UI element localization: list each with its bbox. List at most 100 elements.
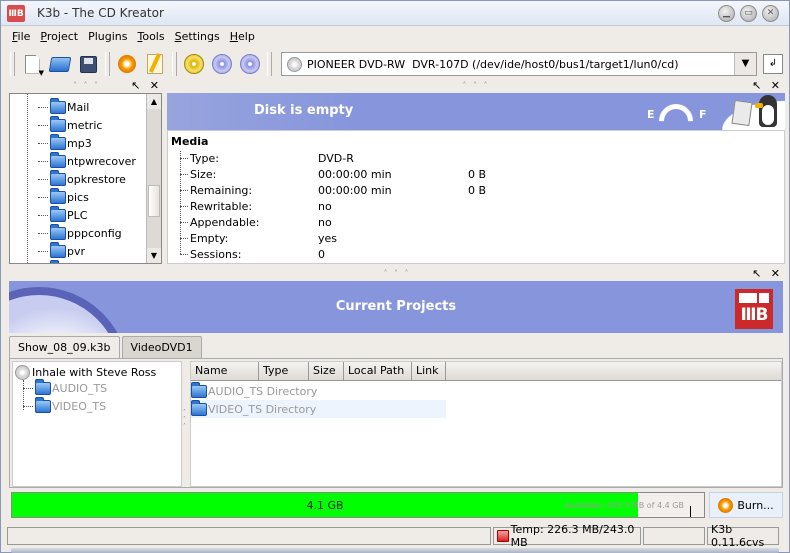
folder-icon <box>50 169 66 186</box>
column-local-path[interactable]: Local Path <box>344 362 412 380</box>
file-tree-item-label: mp3 <box>67 136 92 150</box>
save-icon <box>79 55 97 73</box>
chevron-down-icon[interactable]: ▼ <box>734 53 756 75</box>
menu-project[interactable]: Project <box>35 28 83 48</box>
file-tree-item[interactable]: mp3 <box>38 133 92 152</box>
dvd-button[interactable] <box>236 51 264 77</box>
scroll-up-icon[interactable]: ▲ <box>147 94 161 109</box>
project-root-item[interactable]: Inhale with Steve Ross <box>15 365 156 380</box>
file-tree-item-label: Mail <box>67 100 90 114</box>
column-type[interactable]: Type <box>259 362 309 380</box>
burn-project-button[interactable]: Burn... <box>709 492 783 518</box>
disk-info-dock: ˄ ˄ ˄ ↖ ✕ Disk is empty E F Media Type: D… <box>167 79 785 265</box>
dir-item-video-ts[interactable]: VIDEO_TS <box>23 397 106 413</box>
maximize-button[interactable]: ▭ <box>740 5 757 22</box>
gauge-empty-label: E <box>647 108 655 121</box>
project-root-label: Inhale with Steve Ross <box>32 366 157 379</box>
menu-file[interactable]: File <box>7 28 35 48</box>
project-dir-tree[interactable]: Inhale with Steve Ross AUDIO_TS VIDEO_TS <box>12 361 182 487</box>
file-tree-item[interactable]: RPM <box>38 259 91 264</box>
file-tree-item[interactable]: Mail <box>38 97 90 116</box>
media-info-panel: Media Type: DVD-R Size: 00:00:00 min 0 B Rema… <box>167 130 785 264</box>
column-link[interactable]: Link <box>412 362 446 380</box>
file-tree-scrollbar[interactable]: ▲ ▼ <box>146 94 161 263</box>
column-name[interactable]: Name <box>191 362 259 380</box>
scroll-down-icon[interactable]: ▼ <box>147 248 161 263</box>
properties-button[interactable] <box>141 51 169 77</box>
file-tree-item[interactable]: PLC <box>38 205 87 224</box>
tab-show-08-09[interactable]: Show_08_09.k3b <box>9 336 120 359</box>
file-row[interactable]: AUDIO_TS Directory <box>191 381 317 400</box>
dock-handle[interactable]: ˄ ˄ ˄ ↖ ✕ <box>167 79 785 93</box>
temp-status: Temp: 226.3 MB/243.0 MB <box>493 523 641 549</box>
tab-videodvd1[interactable]: VideoDVD1 <box>121 336 202 358</box>
copy-cd-button[interactable] <box>180 51 208 77</box>
file-tree-item[interactable]: pppconfig <box>38 223 122 242</box>
undock-icon[interactable]: ↖ <box>131 79 143 92</box>
dock-grip[interactable]: ˄ ˄ ˄ <box>73 81 100 90</box>
toolbar-handle[interactable] <box>267 52 272 76</box>
media-info-label: Remaining: <box>190 183 253 197</box>
file-tree-item-label: RPM <box>67 263 91 264</box>
folder-icon <box>191 399 207 416</box>
tree-connector <box>180 157 188 159</box>
splitter-handle[interactable]: ˄ ˄ ˄ <box>183 409 188 430</box>
file-tree[interactable]: Mail metric mp3 ntpwrecover opkrestore pics PL… <box>9 93 162 264</box>
device-select[interactable]: PIONEER DVD-RW DVR-107D (/dev/ide/host0/… <box>281 52 757 76</box>
close-dock-icon[interactable]: ✕ <box>150 79 162 92</box>
media-info-label: Empty: <box>190 231 229 245</box>
folder-icon <box>191 381 207 398</box>
folder-icon <box>50 241 66 258</box>
project-file-list[interactable]: Name Type Size Local Path Link AUDIO_TS … <box>190 361 782 487</box>
toolbar-handle[interactable] <box>10 52 15 76</box>
scroll-thumb[interactable] <box>148 185 160 217</box>
save-project-button[interactable] <box>74 51 102 77</box>
file-tree-item[interactable]: metric <box>38 115 102 134</box>
dock-handle[interactable]: ˄ ˄ ˄ ↖ ✕ <box>9 79 164 93</box>
file-tree-item[interactable]: pics <box>38 187 89 206</box>
menu-settings[interactable]: Settings <box>170 28 225 48</box>
project-size-label: 4.1 GB <box>306 499 344 512</box>
file-tree-item-label: opkrestore <box>67 172 126 186</box>
gauge-arc <box>651 96 701 130</box>
minimize-button[interactable]: ▁ <box>718 5 735 22</box>
title-bar[interactable]: ⅢB K3b - The CD Kreator ▁ ▭ ✕ <box>1 1 789 26</box>
tree-line <box>27 94 28 263</box>
column-filler <box>446 362 781 380</box>
menu-tools[interactable]: Tools <box>132 28 169 48</box>
dropdown-arrow-icon: ▼ <box>38 69 44 77</box>
dir-item-audio-ts[interactable]: AUDIO_TS <box>23 379 107 395</box>
penguin-drive-icon <box>705 93 785 130</box>
close-dock-icon[interactable]: ✕ <box>771 79 783 92</box>
undock-icon[interactable]: ↖ <box>752 79 764 92</box>
device-select-value: PIONEER DVD-RW DVR-107D (/dev/ide/host0/… <box>307 57 679 71</box>
cd-button[interactable] <box>208 51 236 77</box>
dock-handle[interactable]: ˄ ˄ ˄ ↖ ✕ <box>9 267 785 281</box>
file-row[interactable]: VIDEO_TS Directory <box>191 399 446 418</box>
device-action-button[interactable]: ↲ <box>763 54 783 74</box>
window-bottom-edge <box>11 548 779 553</box>
dock-grip[interactable]: ˄ ˄ ˄ <box>383 269 410 278</box>
menu-help[interactable]: Help <box>225 28 260 48</box>
tree-connector <box>180 253 188 255</box>
toolbar-handle[interactable] <box>172 52 177 76</box>
new-project-button[interactable]: ▼ <box>18 51 46 77</box>
burn-icon <box>118 55 136 73</box>
close-button[interactable]: ✕ <box>762 5 779 22</box>
media-info-row: Appendable: no <box>180 214 468 230</box>
burn-label: Burn... <box>737 498 774 512</box>
file-tree-item[interactable]: pvr <box>38 241 85 260</box>
close-dock-icon[interactable]: ✕ <box>771 267 783 280</box>
media-info-extra: 0 B <box>468 183 487 197</box>
undock-icon[interactable]: ↖ <box>752 267 764 280</box>
media-section-title: Media <box>171 135 209 148</box>
burn-button[interactable] <box>113 51 141 77</box>
toolbar-handle[interactable] <box>105 52 110 76</box>
menu-plugins[interactable]: Plugins <box>83 28 132 48</box>
column-size[interactable]: Size <box>309 362 344 380</box>
file-tree-item[interactable]: ntpwrecover <box>38 151 136 170</box>
file-tree-item[interactable]: opkrestore <box>38 169 126 188</box>
tree-connector <box>23 406 33 407</box>
dock-grip[interactable]: ˄ ˄ ˄ <box>462 81 489 90</box>
open-project-button[interactable] <box>46 51 74 77</box>
